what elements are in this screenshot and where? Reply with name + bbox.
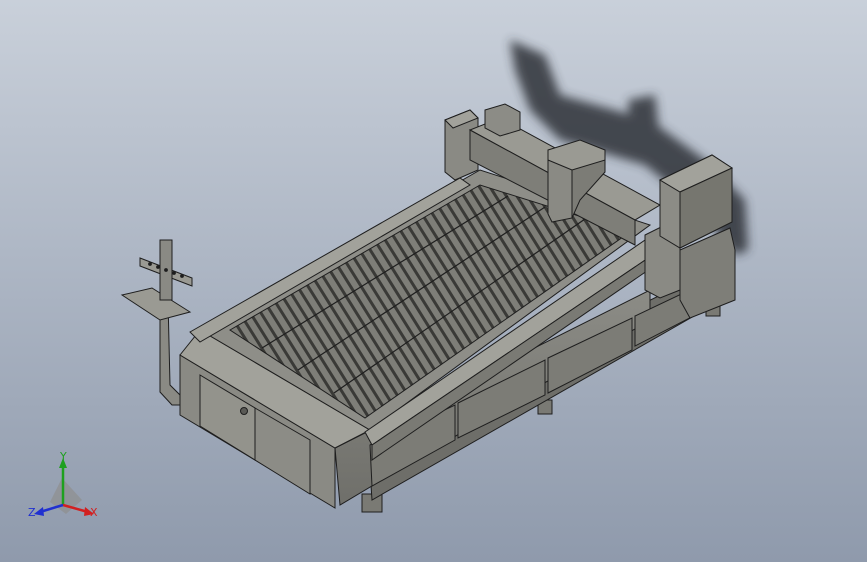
- view-triad[interactable]: Y X Z: [28, 450, 98, 519]
- y-axis-label: Y: [59, 450, 67, 463]
- x-axis-label: X: [90, 506, 98, 519]
- z-axis-label: Z: [28, 506, 36, 519]
- model-viewport[interactable]: Y X Z: [0, 0, 867, 562]
- cutting-table: [179, 169, 723, 509]
